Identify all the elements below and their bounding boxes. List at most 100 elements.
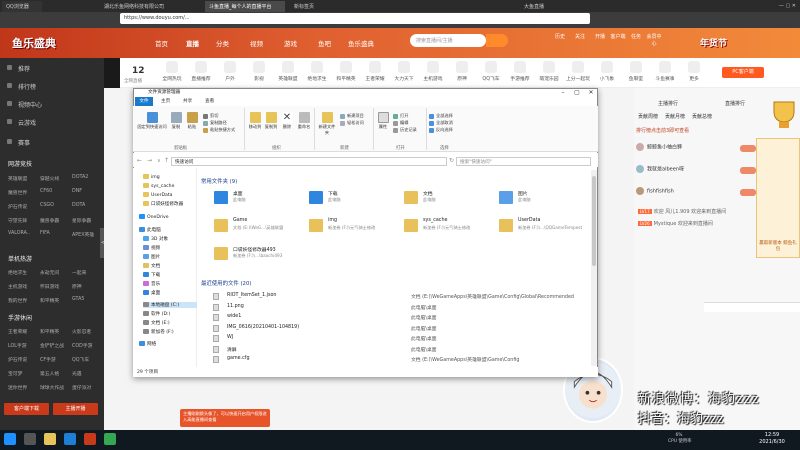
task-icon[interactable]: 任务 [628,33,644,40]
rank-entry[interactable]: 鲸鲸鱼小柚白狮 [636,143,682,151]
category-item[interactable]: 更多 [682,61,706,82]
nav-item[interactable]: 新加卷 (F:) [143,329,174,335]
sidebar-game-link[interactable]: DOTA [72,203,85,208]
sidebar-item-cloudgame[interactable]: 云游戏 [7,118,36,127]
tab-share[interactable]: 共享 [183,98,192,104]
new-folder-button[interactable]: 新建文件夹 [317,112,337,136]
sidebar-game-link[interactable]: VALORA.. [8,231,30,236]
sidebar-game-link[interactable]: 光遇 [72,370,82,377]
edit-button[interactable]: 编辑 [393,120,408,126]
category-item[interactable]: 原神 [450,61,474,82]
scrollbar-thumb[interactable] [592,176,596,266]
tab-home[interactable]: 主页 [161,98,170,104]
url-bar[interactable]: https://www.douyu.com/... [120,13,590,24]
table-row[interactable]: game.cfg 文档 (E:)\WeGameApps\英雄联盟\Game\Con… [213,355,583,365]
sidebar-game-link[interactable]: APEX英雄 [72,231,94,238]
folder-tile[interactable]: 口袋妖怪修改器493 新加卷 (F:)\...\baochi493 [214,246,304,268]
folder-tile[interactable]: 下载 此电脑 [309,190,399,212]
sidebar-game-link[interactable]: 宝可梦 [8,370,22,377]
trophy-badge-icon[interactable] [770,100,798,132]
delete-button[interactable]: ✕ 删除 [280,112,294,130]
sidebar-game-link[interactable]: 主机游戏 [8,283,27,290]
tab-live-rank[interactable]: 直播排行 [725,100,745,107]
windows-start-icon[interactable] [4,433,16,445]
sidebar-game-link[interactable]: 王者荣耀 [8,328,27,335]
category-item[interactable]: 小飞象 [595,61,619,82]
rank-entry[interactable]: 我就是albeen呀 [636,165,684,173]
table-row[interactable]: IMG_0616(20210401-104819) 此电脑\桌面 [213,324,583,334]
table-row[interactable]: RIOT_ItemSet_1.json 文档 (E:)\WeGameApps\英雄… [213,292,583,302]
sidebar-item-esports[interactable]: 赛事 [7,138,30,147]
table-row[interactable]: 11.png 此电脑\桌面 [213,303,583,313]
sidebar-game-link[interactable]: 守望先锋 [8,217,27,224]
close-button[interactable]: ✕ [584,88,598,97]
move-to-button[interactable]: 移动到 [247,112,263,130]
sidebar-game-link[interactable]: 球球大作战 [40,384,64,391]
category-item[interactable]: 萌宠乐园 [537,61,561,82]
sidebar-game-link[interactable]: 我的世界 [8,297,27,304]
table-row[interactable]: WJ 此电脑\桌面 [213,334,583,344]
invert-selection-button[interactable]: 反向选择 [429,127,453,133]
sidebar-game-link[interactable]: 迷你世界 [8,384,27,391]
copy-button[interactable]: 复制 [168,112,184,130]
sidebar-game-link[interactable]: 炉石传说 [8,203,27,210]
recent-dropdown-icon[interactable]: ∨ [157,158,161,164]
nav-item[interactable]: 网络 [139,341,156,347]
category-item[interactable]: 直播推荐 [189,61,213,82]
broadcast-icon[interactable]: 开播 [592,33,608,40]
sidebar-item-rank[interactable]: 排行榜 [7,82,36,91]
sidebar-game-link[interactable]: 怀旧游戏 [40,283,59,290]
category-item[interactable]: 大力天下 [392,61,416,82]
nav-item[interactable]: 口袋妖怪修改器 [143,201,183,207]
category-item[interactable]: 上分一起玩 [566,61,590,82]
nav-item[interactable]: 下载 [143,272,160,278]
rename-button[interactable]: 重命名 [296,112,312,130]
table-row[interactable]: wide1 此电脑\桌面 [213,313,583,323]
sidebar-game-link[interactable]: 第五人格 [40,370,59,377]
nav-item[interactable]: 此电脑 [139,227,161,233]
chat-toolbar[interactable] [704,302,800,312]
search-icon[interactable] [486,34,508,47]
folder-tile[interactable]: 桌面 此电脑 [214,190,304,212]
sidebar-game-link[interactable]: 魔兽争霸 [40,217,59,224]
browser-icon[interactable] [64,433,76,445]
sidebar-game-link[interactable]: LOL手游 [8,342,27,349]
sidebar-game-link[interactable]: FIFA [40,231,50,236]
tab-view[interactable]: 查看 [205,98,214,104]
nav-item[interactable]: 3D 对象 [143,236,168,242]
sidebar-game-link[interactable]: CF手游 [40,356,56,363]
sidebar-game-link[interactable]: 炉石传说 [8,356,27,363]
browser-tab[interactable]: 湖北乐鱼网络科技有限公司 [100,1,178,12]
tab-month[interactable]: 贡献月榜 [665,113,685,120]
app-icon[interactable] [104,433,116,445]
notification-toast[interactable]: 主播刚刚换头像了，可以快速开启用户权限进入高能直播间查看 [180,409,270,427]
maximize-button[interactable]: ▢ [570,88,584,97]
copy-path-button[interactable]: 复制路径 [203,120,227,126]
folder-tile[interactable]: 图片 此电脑 [499,190,589,212]
folder-tile[interactable]: sys_cache 新加卷 (F:)\元气骑士修改 [404,218,494,240]
new-item-button[interactable]: 新建项目 [340,113,364,119]
category-item[interactable]: 和平精英 [334,61,358,82]
sidebar-game-link[interactable]: CF60 [40,189,52,194]
cut-button[interactable]: 剪切 [203,113,218,119]
nav-live[interactable]: 直播 [186,38,199,48]
sidebar-game-link[interactable]: COD手游 [72,342,92,349]
client-icon[interactable]: 客户端 [610,33,626,40]
sidebar-game-link[interactable]: 魔兽世界 [8,189,27,196]
nav-category[interactable]: 分类 [216,38,229,48]
site-search-input[interactable]: 搜索直播间/主播 [410,34,486,47]
category-item[interactable]: QQ飞车 [479,61,503,82]
folder-tile[interactable]: Game 文档 (E:)\WeG...\英雄联盟 [214,218,304,240]
search-icon[interactable] [24,433,36,445]
refresh-icon[interactable]: ↻ [449,157,454,164]
nav-item[interactable]: sys_cache [143,183,174,189]
history-button[interactable]: 历史记录 [393,127,417,133]
tab-anchor-rank[interactable]: 主播排行 [658,100,678,107]
select-all-button[interactable]: 全部选择 [429,113,453,119]
nav-home[interactable]: 首页 [155,38,168,48]
sidebar-game-link[interactable]: 火影忍者 [72,328,91,335]
folder-tile[interactable]: 文档 此电脑 [404,190,494,212]
client-download-button[interactable]: 客户端下载 [4,403,49,415]
sidebar-game-link[interactable]: 和平精英 [40,297,59,304]
sidebar-game-link[interactable]: 星际争霸 [72,217,91,224]
